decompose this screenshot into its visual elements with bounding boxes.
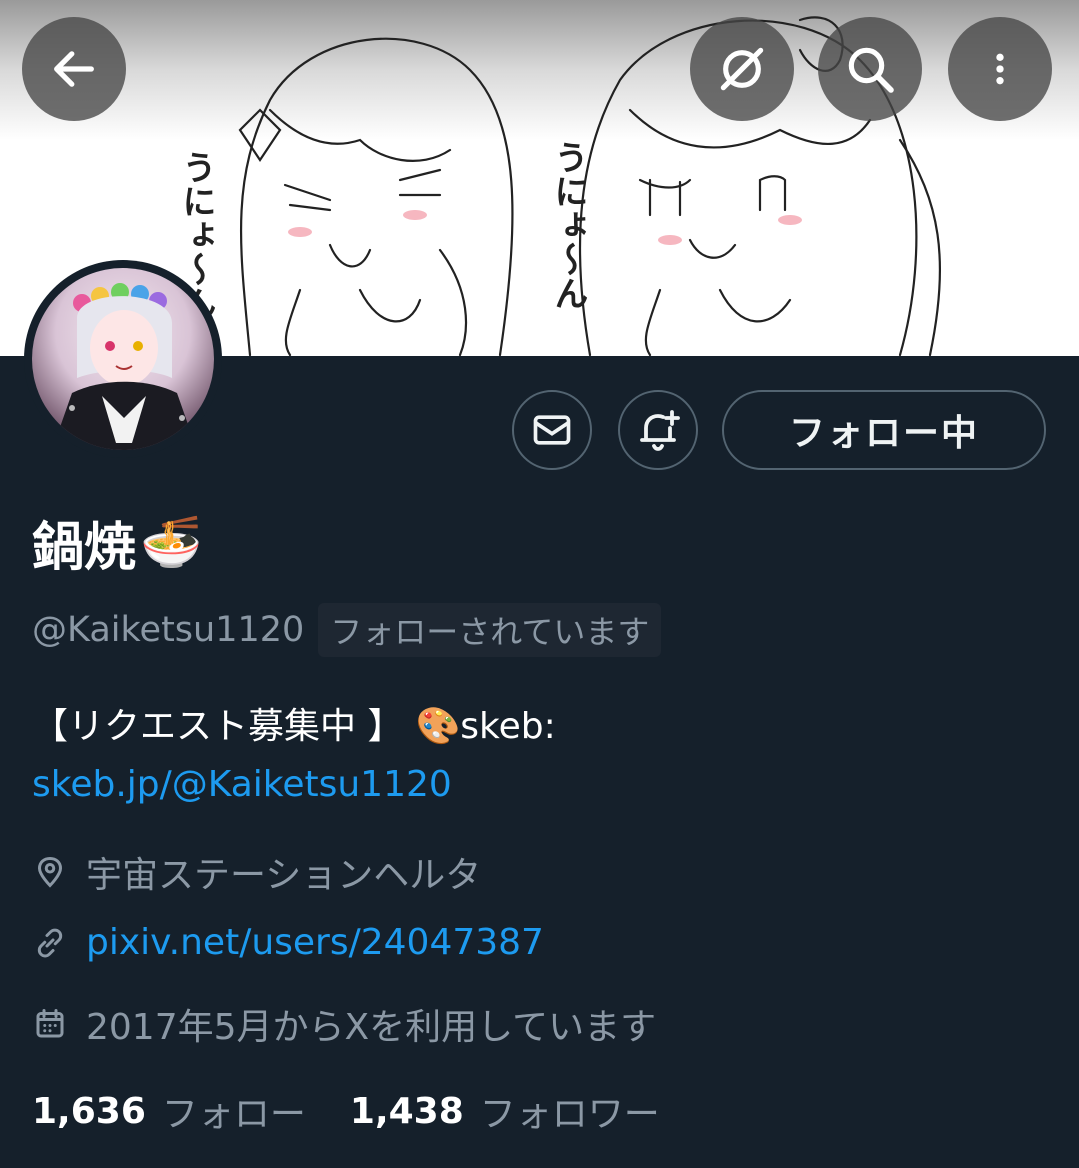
website-link[interactable]: pixiv.net/users/24047387 bbox=[86, 922, 544, 963]
profile-bio: 【リクエスト募集中 】 🎨 skeb: skeb.jp/@Kaiketsu112… bbox=[32, 698, 556, 814]
following-count: 1,636 bbox=[32, 1090, 146, 1132]
avatar-image bbox=[32, 268, 214, 450]
bio-line-1: 【リクエスト募集中 】 🎨 skeb: bbox=[32, 698, 556, 756]
bio-line-2: skeb.jp/@Kaiketsu1120 bbox=[32, 756, 556, 814]
handle-row: @Kaiketsu1120 フォローされています bbox=[32, 603, 662, 657]
back-button[interactable] bbox=[22, 17, 126, 121]
following-stat[interactable]: 1,636 フォロー bbox=[32, 1085, 306, 1137]
joined-row: 2017年5月からXを利用しています bbox=[32, 998, 656, 1050]
envelope-icon bbox=[533, 415, 571, 445]
avatar[interactable] bbox=[24, 260, 222, 458]
palette-emoji-icon: 🎨 bbox=[415, 706, 461, 747]
skeb-link[interactable]: skeb.jp/@Kaiketsu1120 bbox=[32, 756, 452, 814]
link-icon bbox=[37, 928, 63, 957]
notifications-button[interactable] bbox=[618, 390, 698, 470]
bio-text: 【リクエスト募集中 】 bbox=[32, 706, 404, 747]
followers-label: フォロワー bbox=[479, 1094, 660, 1135]
location-text: 宇宙ステーションヘルタ bbox=[86, 855, 482, 896]
banner-text-right: うにょ〜ん bbox=[548, 140, 588, 310]
avatar-illustration bbox=[52, 283, 197, 450]
followers-count: 1,438 bbox=[349, 1090, 464, 1132]
bio-text-suffix: skeb: bbox=[460, 706, 556, 747]
location-pin-icon bbox=[37, 856, 63, 888]
calendar-icon bbox=[36, 1009, 64, 1038]
grok-icon bbox=[720, 47, 764, 91]
joined-text: 2017年5月からXを利用しています bbox=[86, 1007, 657, 1048]
website-row: pixiv.net/users/24047387 bbox=[32, 922, 544, 963]
search-button[interactable] bbox=[818, 17, 922, 121]
follow-stats: 1,636 フォロー 1,438 フォロワー bbox=[32, 1085, 660, 1137]
ramen-emoji-icon: 🍜 bbox=[140, 513, 203, 571]
more-vertical-icon bbox=[996, 53, 1004, 85]
followers-stat[interactable]: 1,438 フォロワー bbox=[350, 1085, 660, 1137]
display-name: 鍋焼 🍜 bbox=[32, 505, 202, 580]
following-label: フォロー bbox=[161, 1094, 306, 1135]
following-button[interactable]: フォロー中 bbox=[722, 390, 1046, 470]
location-row: 宇宙ステーションヘルタ bbox=[32, 846, 481, 898]
arrow-left-icon bbox=[54, 51, 94, 87]
message-button[interactable] bbox=[512, 390, 592, 470]
bell-plus-icon bbox=[640, 410, 680, 451]
follows-you-badge: フォローされています bbox=[318, 603, 662, 657]
display-name-text: 鍋焼 bbox=[32, 518, 137, 578]
search-icon bbox=[848, 47, 894, 93]
more-button[interactable] bbox=[948, 17, 1052, 121]
grok-button[interactable] bbox=[690, 17, 794, 121]
user-handle: @Kaiketsu1120 bbox=[32, 610, 305, 650]
